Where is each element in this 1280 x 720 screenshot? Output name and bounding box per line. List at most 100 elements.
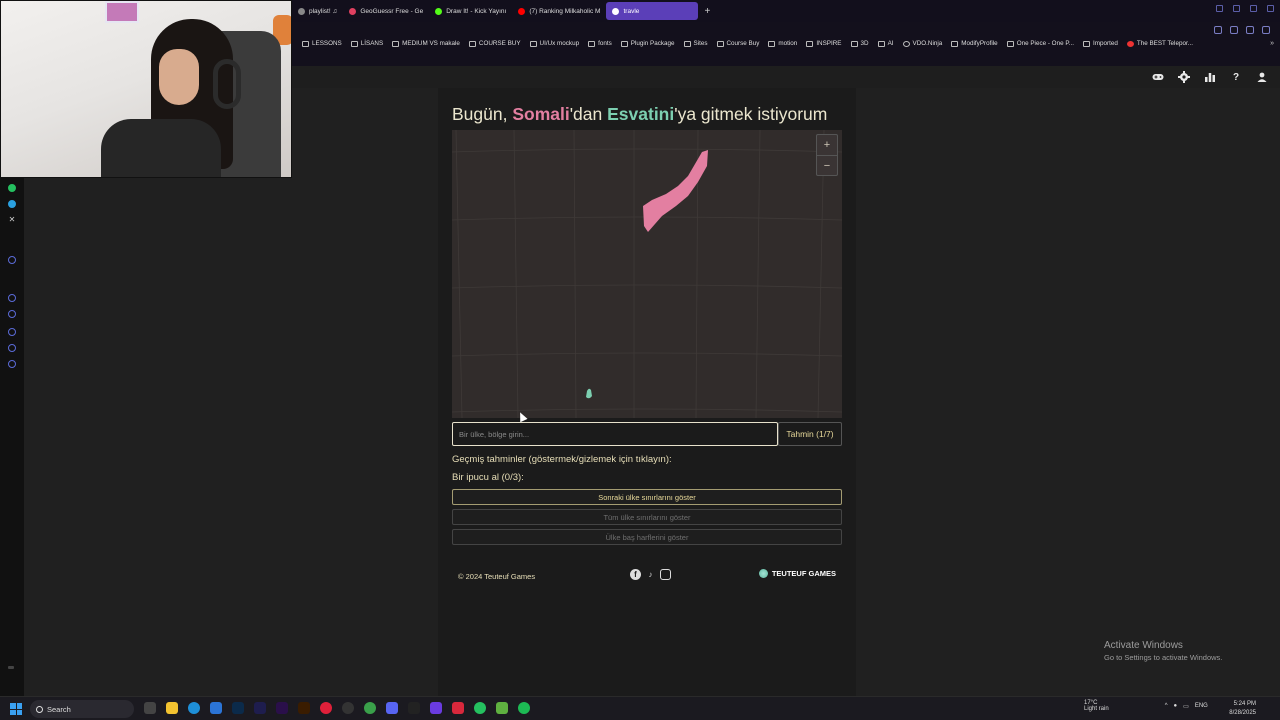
bookmark-3d[interactable]: 3D: [850, 40, 869, 47]
bookmark-motion[interactable]: motion: [768, 40, 797, 47]
new-tab-button[interactable]: +: [698, 6, 716, 17]
tab-playlist[interactable]: playlist! ♫: [292, 2, 343, 20]
folder-icon: [392, 40, 400, 47]
extensions-icon[interactable]: [8, 344, 16, 352]
search-tabs-icon[interactable]: [1216, 5, 1223, 12]
share-icon[interactable]: [1230, 26, 1238, 34]
browser-tab-strip: playlist! ♫ GeoGuessr Free - Ge Draw It!…: [292, 0, 1280, 22]
teuteuf-logo-icon: [758, 569, 768, 578]
weather-widget[interactable]: 17°C Light rain: [1084, 700, 1109, 712]
close-icon[interactable]: [1267, 5, 1274, 12]
bookmark-fonts[interactable]: fonts: [588, 40, 612, 47]
tab-draw-it[interactable]: Draw It! - Kick Yayını: [429, 2, 512, 20]
hint-initials-button[interactable]: Ülke baş harflerini göster: [452, 529, 842, 545]
bookmark-ui-mockup[interactable]: UI/Ux mockup: [529, 40, 579, 47]
guess-button[interactable]: Tahmin (1/7): [778, 422, 842, 446]
game-map[interactable]: + −: [452, 130, 842, 418]
taskview-icon[interactable]: [144, 702, 156, 714]
youtube-icon: [518, 7, 526, 15]
bar-chart-icon[interactable]: [1204, 71, 1216, 83]
user-icon[interactable]: [1256, 71, 1268, 83]
settings-icon[interactable]: [8, 360, 16, 368]
file-explorer-icon[interactable]: [166, 702, 178, 714]
capcut-icon[interactable]: [408, 702, 420, 714]
bookmark-inspire[interactable]: INSPIRE: [806, 40, 842, 47]
telegram-icon[interactable]: [8, 200, 16, 208]
premiere-icon[interactable]: [276, 702, 288, 714]
more-icon[interactable]: [8, 666, 14, 669]
mic-icon[interactable]: ●: [1174, 703, 1178, 709]
illustrator-icon[interactable]: [298, 702, 310, 714]
menu-icon[interactable]: [1262, 26, 1270, 34]
hint-next-border-button[interactable]: Sonraki ülke sınırlarını göster: [452, 489, 842, 505]
help-icon[interactable]: ?: [1230, 71, 1242, 83]
bookmark-course-buy-2[interactable]: Course Buy: [716, 40, 759, 47]
opera-icon[interactable]: [320, 702, 332, 714]
spotify-icon[interactable]: [518, 702, 530, 714]
maximize-icon[interactable]: [1250, 5, 1257, 12]
bookmark-lessons[interactable]: LESSONS: [302, 40, 342, 47]
bookmark-medium[interactable]: MEDIUM VS makale: [392, 40, 460, 47]
photoshop-icon[interactable]: [232, 702, 244, 714]
red-app-icon[interactable]: [452, 702, 464, 714]
browser-sidebar: ✕: [0, 178, 24, 696]
brand-link[interactable]: TEUTEUF GAMES: [758, 569, 836, 578]
obs-icon[interactable]: [342, 702, 354, 714]
discord-icon[interactable]: [386, 702, 398, 714]
zoom-in-button[interactable]: +: [817, 135, 837, 155]
chrome-icon[interactable]: [364, 702, 376, 714]
utorrent-icon[interactable]: [496, 702, 508, 714]
after-effects-icon[interactable]: [254, 702, 266, 714]
bookmark-best-teleport[interactable]: The BEST Telepor...: [1126, 40, 1193, 47]
bookmarks-more-button[interactable]: »: [1270, 40, 1274, 47]
bookmark-one-piece[interactable]: One Piece - One P...: [1006, 40, 1074, 47]
whatsapp-taskbar-icon[interactable]: [474, 702, 486, 714]
tiktok-icon[interactable]: ♪: [645, 569, 656, 580]
tab-geoguessr[interactable]: GeoGuessr Free - Ge: [343, 2, 429, 20]
country-input[interactable]: [452, 422, 778, 446]
bookmark-ai[interactable]: AI: [877, 40, 894, 47]
bookmark-imported[interactable]: Imported: [1082, 40, 1118, 47]
whatsapp-icon[interactable]: [8, 184, 16, 192]
x-twitter-icon[interactable]: ✕: [8, 216, 16, 224]
folder-icon: [588, 40, 596, 47]
language-indicator[interactable]: ENG: [1195, 703, 1208, 709]
heart-icon[interactable]: [8, 294, 16, 302]
bookmark-vdo-ninja[interactable]: VDO.Ninja: [902, 40, 942, 47]
profile-icon[interactable]: [1246, 26, 1254, 34]
profile-icon: [951, 40, 959, 47]
bookmark-sites[interactable]: Sites: [683, 40, 708, 47]
zoom-out-button[interactable]: −: [817, 156, 837, 176]
hint-all-borders-button[interactable]: Tüm ülke sınırlarını göster: [452, 509, 842, 525]
music-icon: [298, 7, 305, 15]
bookmark-course-buy[interactable]: COURSE BUY: [468, 40, 521, 47]
guess-history-toggle[interactable]: Geçmiş tahminler (göstermek/gizlemek içi…: [452, 454, 672, 465]
bookmark-modify-profile[interactable]: ModifyProfile: [951, 40, 998, 47]
network-icon[interactable]: ▭: [1183, 703, 1189, 710]
bookmark-plugin-package[interactable]: Plugin Package: [620, 40, 675, 47]
taskbar-clock[interactable]: 5:24 PM 8/28/2025: [1229, 700, 1256, 718]
bookmarks-bar: LESSONS LİSANS MEDIUM VS makale COURSE B…: [292, 22, 1280, 66]
gamepad-icon[interactable]: [1152, 71, 1164, 83]
windows-start-icon[interactable]: [10, 703, 22, 715]
store-icon[interactable]: [210, 702, 222, 714]
site-header: ?: [292, 66, 1280, 88]
download-icon[interactable]: [8, 328, 16, 336]
extension-icon[interactable]: [1214, 26, 1222, 34]
twitch-icon[interactable]: [430, 702, 442, 714]
chevron-up-icon[interactable]: ^: [1165, 703, 1168, 709]
player-icon[interactable]: [8, 256, 16, 264]
window-controls: [1216, 5, 1274, 12]
tab-travle[interactable]: travle: [606, 2, 699, 20]
folder-icon: [683, 40, 691, 47]
tab-youtube-ranking[interactable]: (7) Ranking Milkaholic M: [512, 2, 606, 20]
taskbar-search[interactable]: Search: [30, 700, 134, 718]
bookmark-lisans[interactable]: LİSANS: [350, 40, 383, 47]
browser-toolbar-icons: [1214, 26, 1270, 34]
minimize-icon[interactable]: [1233, 5, 1240, 12]
gear-icon[interactable]: [1178, 71, 1190, 83]
instagram-icon[interactable]: [660, 569, 671, 580]
edge-icon[interactable]: [188, 702, 200, 714]
facebook-icon[interactable]: f: [630, 569, 641, 580]
history-icon[interactable]: [8, 310, 16, 318]
